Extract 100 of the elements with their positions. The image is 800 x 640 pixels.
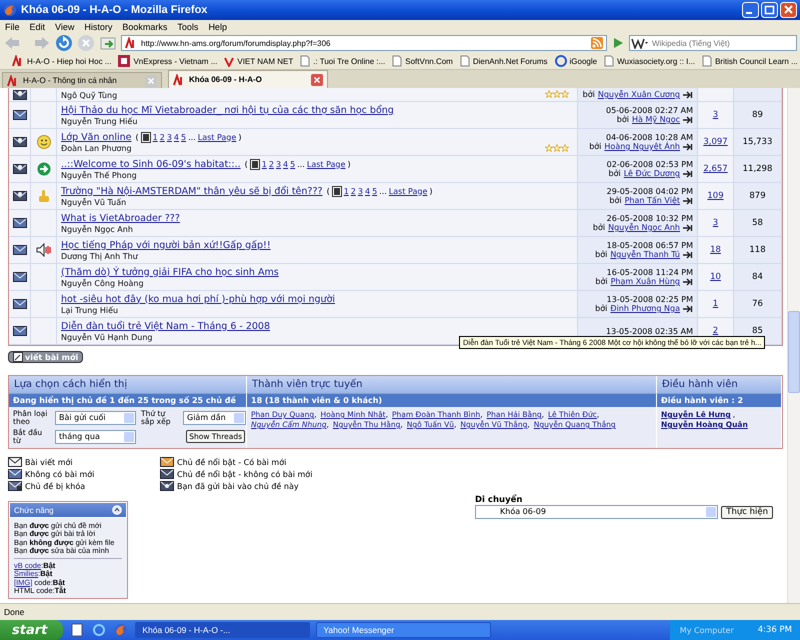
bookmark[interactable]: SoftVnn.Com [405,56,453,66]
envelope-icon [160,481,174,491]
user-link[interactable]: Đinh Phương Nga [610,304,680,313]
maximize-button[interactable] [761,2,778,18]
sort-dropdown[interactable]: Bài gửi cuối [55,411,136,426]
menu-item[interactable]: Tools [177,22,198,32]
period-dropdown[interactable]: tháng qua [55,430,136,444]
browser-tab[interactable]: H-A-O - Thông tin cá nhân [2,72,162,88]
reload-icon[interactable] [55,34,73,52]
bookmark[interactable]: Wuxiasociety.org :: I... [617,56,696,66]
user-link[interactable]: Hà Mỹ Ngọc [632,115,680,124]
reply-count-link[interactable]: 18 [710,245,721,255]
go-to-post-icon[interactable] [683,304,693,312]
minimize-button[interactable] [742,2,759,18]
page-link[interactable]: 4 [283,160,288,168]
thread-title-link[interactable]: Diễn đàn tuổi trẻ Việt Nam - Tháng 6 - 2008 [61,320,270,332]
user-link[interactable]: Nguyễn Xuân Cương [598,90,680,99]
go-to-post-icon[interactable] [683,170,693,178]
user-link[interactable]: Hoàng Nguyệt Ánh [604,142,680,151]
go-button[interactable]: Thực hiện [721,506,773,518]
reply-count-link[interactable]: 3,097 [703,137,728,147]
bookmark[interactable]: VIET NAM NET [237,56,294,66]
bookmark[interactable]: .: Tuoi Tre Online :... [313,56,386,66]
page-link[interactable]: 5 [372,186,378,196]
go-to-post-icon[interactable] [683,196,693,204]
user-link[interactable]: Phạm Xuân Hùng [610,277,680,286]
page-link[interactable]: 2 [268,160,274,168]
last-page-link[interactable]: Last Page [306,160,346,168]
bookmark[interactable]: VnExpress - Vietnam ... [133,56,218,66]
thread-title-link[interactable]: Hội Thảo du học Mĩ Vietabroader_ nơi hội tụ của các thợ săn học bổng [61,104,394,116]
pencil-page-icon [13,352,23,362]
go-to-post-icon[interactable] [683,90,693,98]
taskbar-button[interactable]: Khóa 06-09 - H-A-O -... [135,622,310,638]
go-to-post-icon[interactable] [683,250,693,258]
thread-title-link[interactable]: hot -siêu hot đây (ko mua hơi phí )-phù hợp với mọi người [61,294,336,304]
last-post-date: 18-05-2008 06:57 PM [606,241,693,250]
forum-dropdown[interactable]: Khóa 06-09 [475,505,718,519]
page-link[interactable]: 1 [152,132,158,142]
bookmark[interactable]: DienAnh.Net Forums [472,56,548,66]
last-page-link[interactable]: Last Page [198,132,236,142]
close-icon[interactable] [311,74,323,86]
page-link[interactable]: 2 [160,132,165,142]
bookmark[interactable]: iGoogle [570,56,598,66]
page-link[interactable]: 4 [174,132,179,142]
browser-icon[interactable] [92,623,106,637]
close-button[interactable] [780,2,797,18]
address-bar[interactable]: http://www.hn-ams.org/forum/forumdisplay.php?f=306 [121,35,607,51]
user-link[interactable]: Phan Tấn Việt [624,196,680,205]
taskbar-button[interactable]: Yahoo! Messenger [316,622,492,638]
menu-item[interactable]: View [55,22,74,32]
page-icon [460,55,470,67]
search-field[interactable]: Wikipedia (Tiếng Việt) [629,35,797,51]
bookmark[interactable]: British Council Learn ... [715,56,798,66]
go-to-post-icon[interactable] [683,278,693,286]
reply-count-link[interactable]: 1 [712,299,718,309]
menu-item[interactable]: Bookmarks [122,22,168,32]
browser-tab[interactable]: Khóa 06-09 - H-A-O [168,70,328,88]
reply-count-link[interactable]: 2 [712,326,718,336]
page-link[interactable]: 1 [344,186,349,196]
user-link[interactable]: Nguyễn Ngọc Anh [608,223,680,232]
scrollbar[interactable] [787,88,800,603]
by-label: bởi [589,142,602,151]
last-page-link[interactable]: Last Page [388,186,428,196]
thread-title-link[interactable]: (Thăm dò) Ý tưởng giải FIFA cho học sinh Ams [61,266,279,278]
go-to-post-icon[interactable] [683,116,693,124]
page-link[interactable]: 1 [262,160,267,168]
order-dropdown[interactable]: Giảm dần [183,411,246,426]
thread-title-link[interactable]: Lớp Văn online [61,132,132,142]
reply-count-link[interactable]: 109 [707,191,724,201]
menu-item[interactable]: History [84,22,112,32]
thread-title-link[interactable]: ..::Welcome to Sinh 06-09's habitat::.. [61,158,241,170]
start-button[interactable]: start [0,620,64,640]
page-link[interactable]: 2 [350,186,356,196]
bookmark[interactable]: H-A-O - Hiep hoi Hoc ... [27,56,112,66]
go-to-post-icon[interactable] [683,224,693,232]
thread-title-link[interactable]: What is VietAbroader ??? [61,212,180,224]
page-link[interactable]: 5 [181,132,186,142]
menu-item[interactable]: Edit [30,22,46,32]
thread-title-link[interactable]: Trường "Hà Nội-AMSTERDAM" thân yêu sẽ bị đổi tên??? [61,186,323,196]
page-link[interactable]: 3 [358,186,363,196]
reply-count-link[interactable]: 3 [712,218,718,228]
collapse-icon[interactable] [112,505,122,515]
reply-count-link[interactable]: 2,657 [703,164,728,174]
page-link[interactable]: 5 [290,160,296,168]
page-link[interactable]: 4 [364,186,370,196]
menu-item[interactable]: File [5,22,20,32]
reply-count-link[interactable]: 10 [710,272,721,282]
page-link[interactable]: 3 [276,160,282,168]
page-link[interactable]: 3 [166,132,172,142]
wikipedia-icon[interactable] [631,37,649,49]
thread-title-link[interactable]: Học tiếng Pháp với người bản xứ!!Gấp gấp!! [61,240,271,250]
tray-label: My Computer [680,626,734,634]
notepad-icon[interactable] [70,623,84,637]
reply-count-link[interactable]: 3 [712,110,718,120]
go-icon[interactable] [611,36,625,50]
panel-subheader: 18 (18 thành viên & 0 khách) [247,394,657,407]
menu-item[interactable]: Help [208,22,227,32]
user-link[interactable]: Lê Đức Dương [624,169,680,178]
go-to-post-icon[interactable] [683,142,693,150]
user-link[interactable]: Nguyễn Thanh Tú [610,250,680,259]
